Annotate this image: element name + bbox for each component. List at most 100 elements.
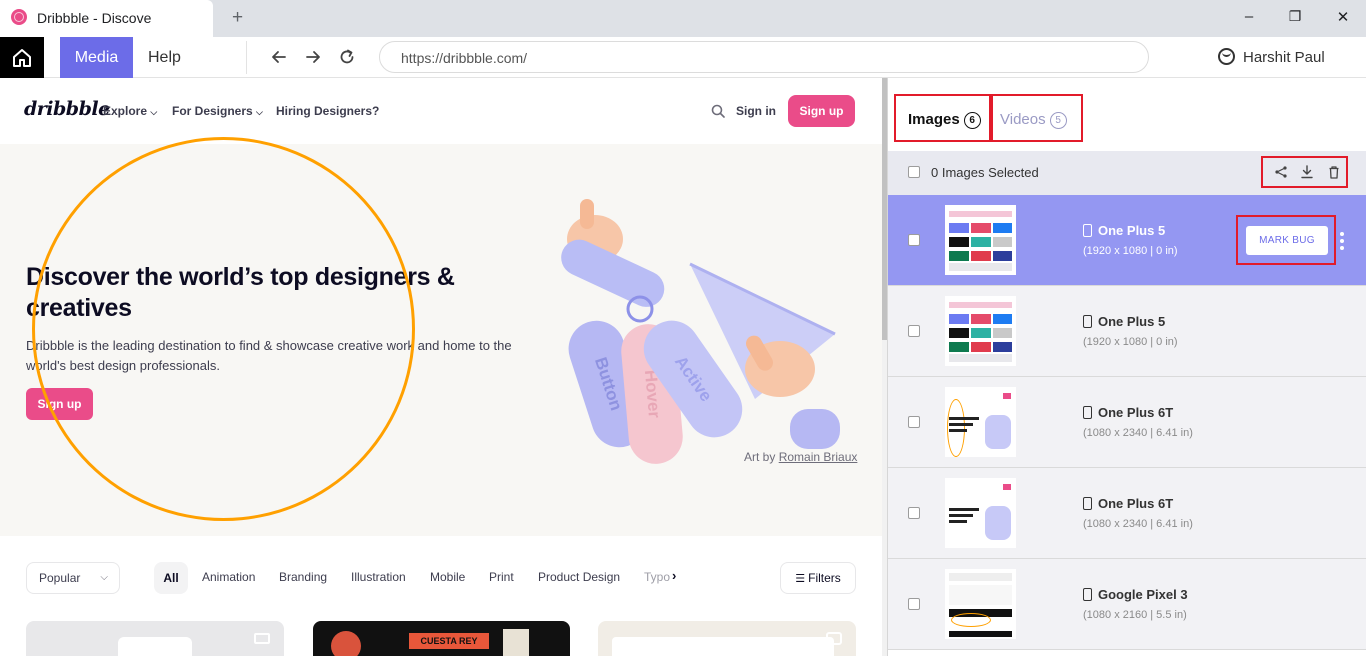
nav-explore[interactable]: Explore ⌵ [103, 104, 157, 118]
chevron-down-icon: ⌵ [256, 107, 263, 117]
device-meta: (1080 x 2160 | 5.5 in) [1083, 609, 1187, 621]
phone-icon [1083, 224, 1092, 237]
tab-title: Dribbble - Discove [37, 10, 152, 26]
row-checkbox[interactable] [908, 416, 920, 428]
category-animation[interactable]: Animation [202, 570, 255, 584]
url-bar[interactable]: https://dribbble.com/ [379, 41, 1149, 73]
popular-select[interactable]: Popular ⌵ [26, 562, 120, 594]
device-name-label: One Plus 5 [1098, 314, 1166, 329]
screenshot-thumbnail[interactable] [945, 478, 1016, 548]
close-window-button[interactable]: ✕ [1333, 8, 1353, 26]
shot-card[interactable] [26, 621, 284, 656]
chevron-right-icon[interactable]: › [672, 568, 676, 583]
user-profile[interactable]: Harshit Paul [1218, 48, 1325, 66]
hero-signup-button[interactable]: Sign up [26, 388, 93, 420]
screenshot-thumbnail[interactable] [945, 296, 1016, 366]
chevron-down-icon: ⌵ [150, 107, 158, 117]
device-name: One Plus 6T [1083, 496, 1173, 511]
user-avatar-icon [1218, 48, 1235, 65]
forward-arrow-icon[interactable] [304, 48, 322, 66]
device-name: Google Pixel 3 [1083, 587, 1188, 602]
tab-videos-label: Videos [1000, 111, 1046, 128]
hero-title: Discover the world’s top designers & cre… [26, 263, 455, 322]
tab-images[interactable]: Images 6 [908, 111, 981, 129]
row-checkbox[interactable] [908, 598, 920, 610]
signin-link[interactable]: Sign in [736, 104, 776, 118]
more-options-icon[interactable] [1340, 232, 1344, 250]
app-toolbar: Media Help https://dribbble.com/ Harshit… [0, 37, 1366, 78]
shot-card[interactable]: CUESTA REY CIGARS [313, 621, 570, 656]
search-icon[interactable] [711, 104, 725, 118]
toolbar-divider [246, 41, 247, 74]
phone-icon [1083, 588, 1092, 601]
nav-hiring-designers[interactable]: Hiring Designers? [276, 104, 379, 118]
phone-icon [1083, 315, 1092, 328]
category-illustration[interactable]: Illustration [351, 570, 406, 584]
selection-bar: 0 Images Selected [888, 151, 1366, 195]
phone-icon [1083, 497, 1092, 510]
hero-subtitle: Dribbble is the leading destination to f… [26, 338, 512, 373]
media-row[interactable]: One Plus 6T (1080 x 2340 | 6.41 in) [888, 468, 1366, 559]
tab-media[interactable]: Media [60, 37, 133, 78]
select-all-checkbox[interactable] [908, 166, 920, 178]
browser-tab[interactable]: Dribbble - Discove [0, 0, 213, 37]
shot-preview [612, 637, 834, 656]
category-typography[interactable]: Typo [644, 570, 670, 584]
row-checkbox[interactable] [908, 325, 920, 337]
art-credit-link[interactable]: Romain Briaux [779, 450, 858, 464]
media-row[interactable]: Google Pixel 3 (1080 x 2160 | 5.5 in) [888, 559, 1366, 650]
category-product-design[interactable]: Product Design [538, 570, 620, 584]
device-name-label: One Plus 6T [1098, 405, 1174, 420]
device-name-label: One Plus 6T [1098, 496, 1174, 511]
tab-help[interactable]: Help [148, 37, 181, 78]
mark-bug-button[interactable]: MARK BUG [1246, 226, 1328, 255]
device-name-label: One Plus 5 [1098, 223, 1166, 238]
chevron-down-icon: ⌵ [100, 572, 108, 583]
back-arrow-icon[interactable] [270, 48, 288, 66]
filter-icon: ☰ [795, 573, 809, 585]
reload-icon[interactable] [338, 48, 356, 66]
row-checkbox[interactable] [908, 507, 920, 519]
device-meta: (1080 x 2340 | 6.41 in) [1083, 518, 1193, 530]
dribbble-logo[interactable]: dribbble [24, 98, 110, 120]
device-meta: (1080 x 2340 | 6.41 in) [1083, 427, 1193, 439]
multi-shot-icon [826, 632, 842, 645]
signup-button[interactable]: Sign up [788, 95, 855, 127]
nav-for-designers-label: For Designers [172, 104, 253, 118]
media-row[interactable]: One Plus 5 (1920 x 1080 | 0 in) [888, 286, 1366, 377]
dribbble-header: dribbble Explore ⌵ For Designers ⌵ Hirin… [0, 78, 882, 144]
dribbble-favicon-icon [11, 9, 27, 25]
selected-count-text: 0 Images Selected [931, 165, 1039, 180]
filters-button[interactable]: ☰ Filters [780, 562, 856, 594]
minimize-button[interactable]: – [1239, 8, 1259, 25]
device-name: One Plus 6T [1083, 405, 1173, 420]
hero-illustration: Button Hover Active [561, 199, 840, 464]
home-button[interactable] [0, 37, 44, 78]
nav-for-designers[interactable]: For Designers ⌵ [172, 104, 263, 118]
tab-images-label: Images [908, 111, 960, 128]
popular-select-value: Popular [39, 571, 81, 585]
category-print[interactable]: Print [489, 570, 514, 584]
shot-preview [118, 637, 192, 656]
user-name: Harshit Paul [1243, 49, 1325, 66]
row-checkbox[interactable] [908, 234, 920, 246]
tab-videos[interactable]: Videos 5 [1000, 111, 1067, 129]
media-row[interactable]: One Plus 6T (1080 x 2340 | 6.41 in) [888, 377, 1366, 468]
new-tab-button[interactable]: + [232, 7, 243, 29]
website-viewport: dribbble Explore ⌵ For Designers ⌵ Hirin… [0, 78, 882, 656]
category-all[interactable]: All [154, 562, 188, 594]
url-text: https://dribbble.com/ [401, 50, 528, 66]
media-row[interactable]: One Plus 5 (1920 x 1080 | 0 in) MARK BUG [888, 195, 1366, 286]
download-icon[interactable] [1300, 165, 1314, 179]
screenshot-thumbnail[interactable] [945, 387, 1016, 457]
shot-card[interactable] [598, 621, 856, 656]
screenshot-thumbnail[interactable] [945, 205, 1016, 275]
screenshot-thumbnail[interactable] [945, 569, 1016, 639]
delete-icon[interactable] [1327, 165, 1341, 179]
shot-label: CUESTA REY CIGARS [409, 633, 489, 656]
share-icon[interactable] [1274, 165, 1288, 179]
category-branding[interactable]: Branding [279, 570, 327, 584]
nav-explore-label: Explore [103, 104, 148, 118]
restore-button[interactable]: ❐ [1285, 8, 1305, 25]
category-mobile[interactable]: Mobile [430, 570, 465, 584]
